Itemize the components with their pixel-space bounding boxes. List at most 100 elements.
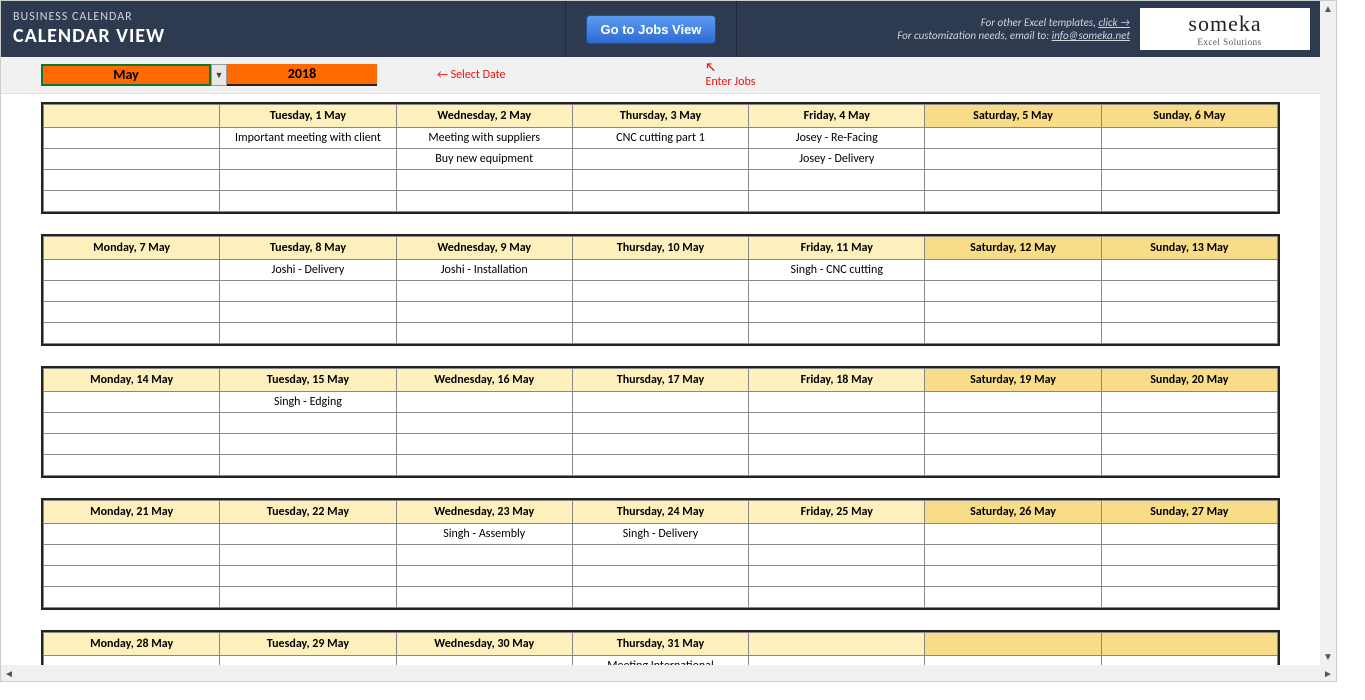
calendar-cell[interactable] — [925, 323, 1101, 344]
calendar-cell[interactable]: Singh - CNC cutting — [749, 260, 925, 281]
calendar-cell[interactable] — [925, 128, 1101, 149]
calendar-cell[interactable] — [44, 281, 220, 302]
scroll-down-icon[interactable]: ▼ — [1323, 649, 1333, 665]
calendar-cell[interactable] — [396, 170, 572, 191]
calendar-cell[interactable] — [925, 413, 1101, 434]
calendar-cell[interactable] — [396, 545, 572, 566]
go-to-jobs-button[interactable]: Go to Jobs View — [586, 15, 717, 44]
scroll-left-icon[interactable]: ◄ — [1, 667, 17, 680]
calendar-cell[interactable] — [1101, 566, 1277, 587]
calendar-cell[interactable] — [1101, 587, 1277, 608]
calendar-cell[interactable] — [1101, 302, 1277, 323]
calendar-cell[interactable] — [749, 524, 925, 545]
calendar-cell[interactable] — [1101, 392, 1277, 413]
scroll-right-icon[interactable]: ► — [1320, 667, 1336, 680]
calendar-cell[interactable] — [44, 524, 220, 545]
calendar-cell[interactable] — [396, 566, 572, 587]
email-link[interactable]: info@someka.net — [1052, 29, 1130, 42]
calendar-cell[interactable] — [396, 191, 572, 212]
calendar-cell[interactable] — [749, 455, 925, 476]
calendar-cell[interactable] — [925, 455, 1101, 476]
calendar-cell[interactable] — [396, 323, 572, 344]
calendar-cell[interactable] — [1101, 260, 1277, 281]
calendar-cell[interactable] — [1101, 323, 1277, 344]
calendar-cell[interactable] — [220, 323, 396, 344]
calendar-cell[interactable] — [220, 524, 396, 545]
calendar-cell[interactable] — [396, 392, 572, 413]
calendar-cell[interactable] — [44, 128, 220, 149]
calendar-cell[interactable] — [572, 191, 748, 212]
calendar-cell[interactable] — [925, 587, 1101, 608]
calendar-cell[interactable] — [749, 281, 925, 302]
calendar-cell[interactable] — [572, 302, 748, 323]
calendar-cell[interactable] — [572, 455, 748, 476]
calendar-cell[interactable] — [396, 302, 572, 323]
calendar-cell[interactable] — [44, 170, 220, 191]
calendar-cell[interactable] — [749, 191, 925, 212]
calendar-cell[interactable] — [220, 281, 396, 302]
calendar-cell[interactable] — [44, 413, 220, 434]
calendar-cell[interactable] — [925, 281, 1101, 302]
calendar-cell[interactable] — [44, 587, 220, 608]
calendar-cell[interactable] — [925, 302, 1101, 323]
calendar-cell[interactable] — [44, 434, 220, 455]
calendar-cell[interactable]: Important meeting with client — [220, 128, 396, 149]
calendar-cell[interactable]: Buy new equipment — [396, 149, 572, 170]
calendar-cell[interactable] — [44, 191, 220, 212]
calendar-cell[interactable] — [44, 455, 220, 476]
scroll-up-icon[interactable]: ▲ — [1323, 1, 1333, 17]
calendar-cell[interactable] — [220, 191, 396, 212]
calendar-cell[interactable] — [572, 545, 748, 566]
calendar-cell[interactable] — [925, 434, 1101, 455]
calendar-cell[interactable] — [396, 455, 572, 476]
calendar-cell[interactable] — [749, 413, 925, 434]
year-select[interactable]: 2018 — [227, 64, 377, 86]
calendar-cell[interactable] — [1101, 149, 1277, 170]
horizontal-scrollbar[interactable]: ◄ ► — [1, 665, 1336, 681]
calendar-cell[interactable] — [925, 392, 1101, 413]
calendar-cell[interactable] — [220, 434, 396, 455]
calendar-cell[interactable] — [1101, 281, 1277, 302]
calendar-cell[interactable] — [220, 170, 396, 191]
calendar-cell[interactable] — [925, 545, 1101, 566]
calendar-cell[interactable] — [1101, 524, 1277, 545]
calendar-cell[interactable] — [925, 260, 1101, 281]
calendar-cell[interactable] — [749, 323, 925, 344]
calendar-cell[interactable] — [749, 587, 925, 608]
calendar-cell[interactable] — [44, 566, 220, 587]
templates-link[interactable]: click → — [1098, 16, 1130, 29]
calendar-cell[interactable] — [749, 302, 925, 323]
calendar-cell[interactable] — [572, 323, 748, 344]
calendar-cell[interactable] — [396, 281, 572, 302]
month-select[interactable]: May — [41, 64, 211, 86]
calendar-cell[interactable] — [220, 545, 396, 566]
calendar-cell[interactable]: Joshi - Delivery — [220, 260, 396, 281]
calendar-cell[interactable] — [749, 545, 925, 566]
calendar-cell[interactable] — [572, 170, 748, 191]
calendar-cell[interactable] — [749, 434, 925, 455]
calendar-cell[interactable] — [925, 191, 1101, 212]
calendar-cell[interactable]: Joshi - Installation — [396, 260, 572, 281]
calendar-cell[interactable] — [925, 170, 1101, 191]
calendar-cell[interactable] — [396, 434, 572, 455]
calendar-cell[interactable] — [749, 170, 925, 191]
vertical-scrollbar[interactable]: ▲ ▼ — [1320, 1, 1336, 665]
calendar-cell[interactable] — [44, 323, 220, 344]
month-dropdown-icon[interactable]: ▼ — [211, 64, 227, 86]
calendar-cell[interactable] — [396, 413, 572, 434]
calendar-cell[interactable] — [572, 587, 748, 608]
calendar-cell[interactable] — [925, 566, 1101, 587]
calendar-cell[interactable] — [925, 149, 1101, 170]
calendar-cell[interactable] — [1101, 545, 1277, 566]
calendar-cell[interactable]: CNC cutting part 1 — [572, 128, 748, 149]
calendar-cell[interactable]: Meeting with suppliers — [396, 128, 572, 149]
calendar-cell[interactable] — [1101, 434, 1277, 455]
calendar-cell[interactable] — [572, 392, 748, 413]
calendar-cell[interactable] — [1101, 455, 1277, 476]
calendar-cell[interactable] — [44, 302, 220, 323]
calendar-cell[interactable] — [749, 392, 925, 413]
calendar-cell[interactable] — [220, 302, 396, 323]
calendar-cell[interactable] — [220, 587, 396, 608]
calendar-cell[interactable] — [1101, 191, 1277, 212]
calendar-cell[interactable] — [44, 260, 220, 281]
